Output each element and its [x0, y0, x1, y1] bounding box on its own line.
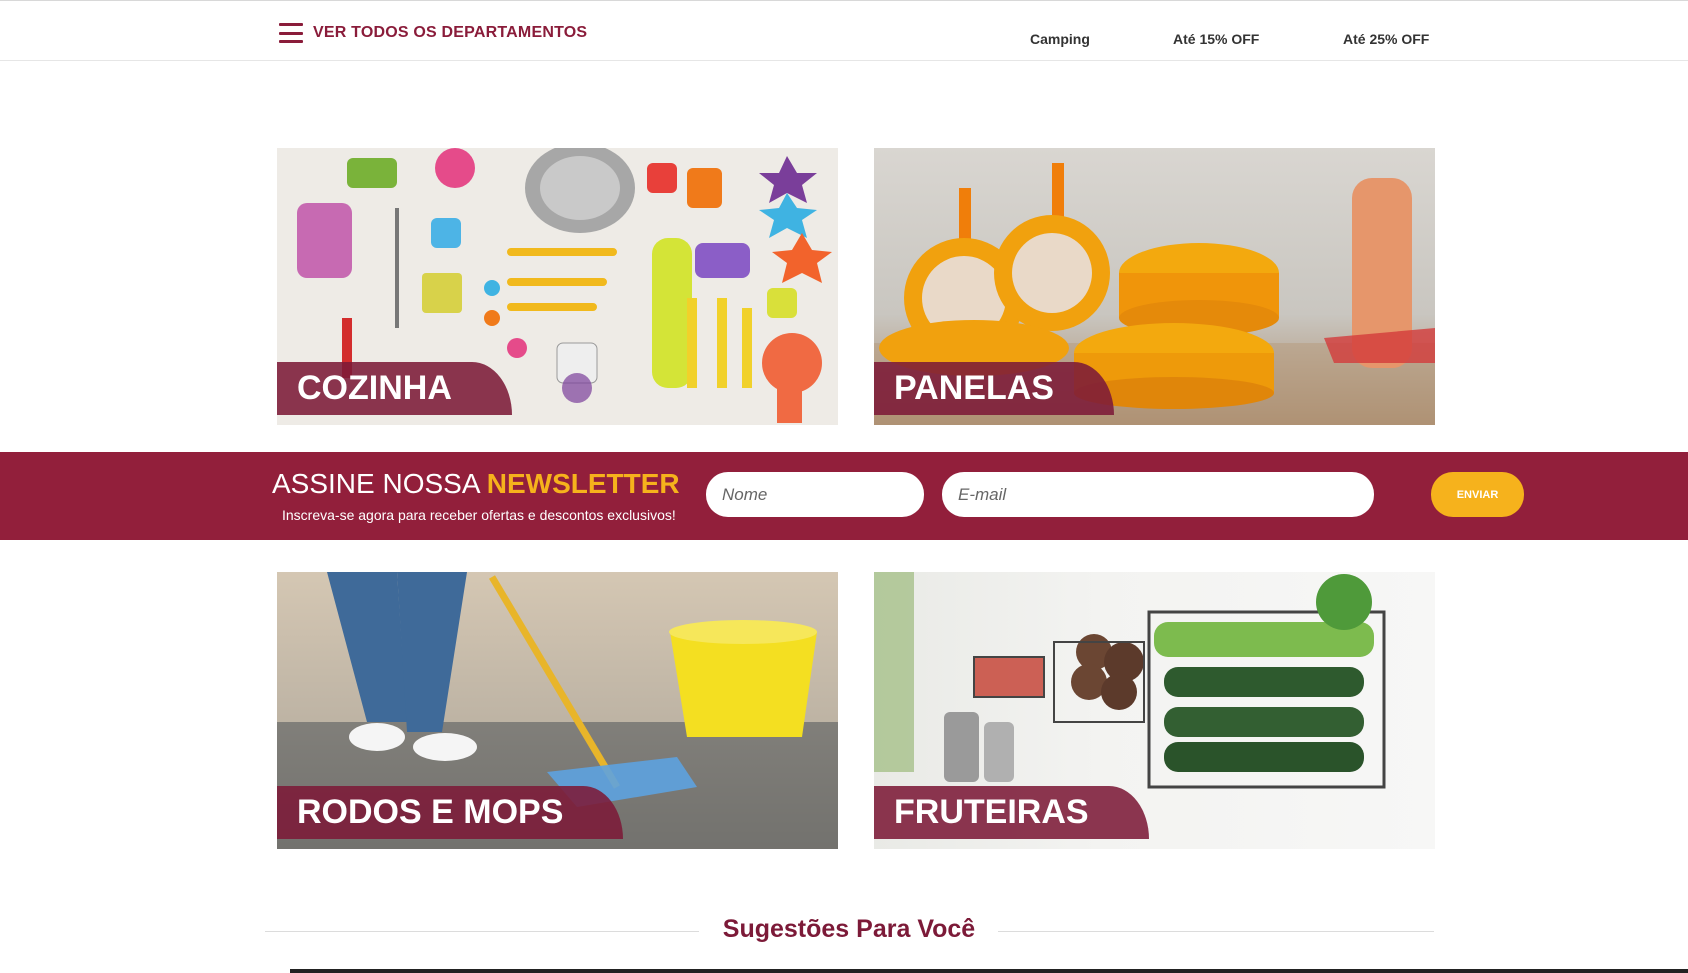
- nav-link-25-off[interactable]: Até 25% OFF: [1343, 31, 1429, 47]
- category-label-panelas[interactable]: PANELAS: [874, 362, 1114, 415]
- newsletter-title: ASSINE NOSSA NEWSLETTER: [272, 468, 680, 500]
- category-label-fruteiras[interactable]: FRUTEIRAS: [874, 786, 1149, 839]
- category-banner-cozinha[interactable]: COZINHA: [277, 148, 838, 425]
- category-banner-panelas[interactable]: PANELAS: [874, 148, 1435, 425]
- newsletter-submit-button[interactable]: ENVIAR: [1431, 472, 1524, 517]
- all-departments-menu[interactable]: VER TODOS OS DEPARTAMENTOS: [279, 23, 587, 43]
- newsletter-subtitle: Inscreva-se agora para receber ofertas e…: [282, 507, 676, 523]
- all-departments-label[interactable]: VER TODOS OS DEPARTAMENTOS: [313, 24, 587, 42]
- suggestions-title: Sugestões Para Você: [722, 915, 976, 943]
- nav-link-camping[interactable]: Camping: [1030, 31, 1090, 47]
- hamburger-menu-icon[interactable]: [279, 23, 303, 43]
- category-banner-fruteiras[interactable]: FRUTEIRAS: [874, 572, 1435, 849]
- category-label-cozinha[interactable]: COZINHA: [277, 362, 512, 415]
- newsletter-email-input[interactable]: [942, 472, 1374, 517]
- category-banner-rodos-e-mops[interactable]: RODOS E MOPS: [277, 572, 838, 849]
- newsletter-name-input[interactable]: [706, 472, 924, 517]
- category-label-rodos-e-mops[interactable]: RODOS E MOPS: [277, 786, 624, 839]
- newsletter-title-prefix: ASSINE NOSSA: [272, 468, 479, 499]
- suggestions-carousel-edge: [290, 969, 1688, 973]
- newsletter-title-highlight: NEWSLETTER: [486, 468, 680, 499]
- nav-link-15-off[interactable]: Até 15% OFF: [1173, 31, 1259, 47]
- suggestions-divider-right: [998, 931, 1434, 932]
- top-navigation-bar: VER TODOS OS DEPARTAMENTOS Camping Até 1…: [0, 0, 1688, 61]
